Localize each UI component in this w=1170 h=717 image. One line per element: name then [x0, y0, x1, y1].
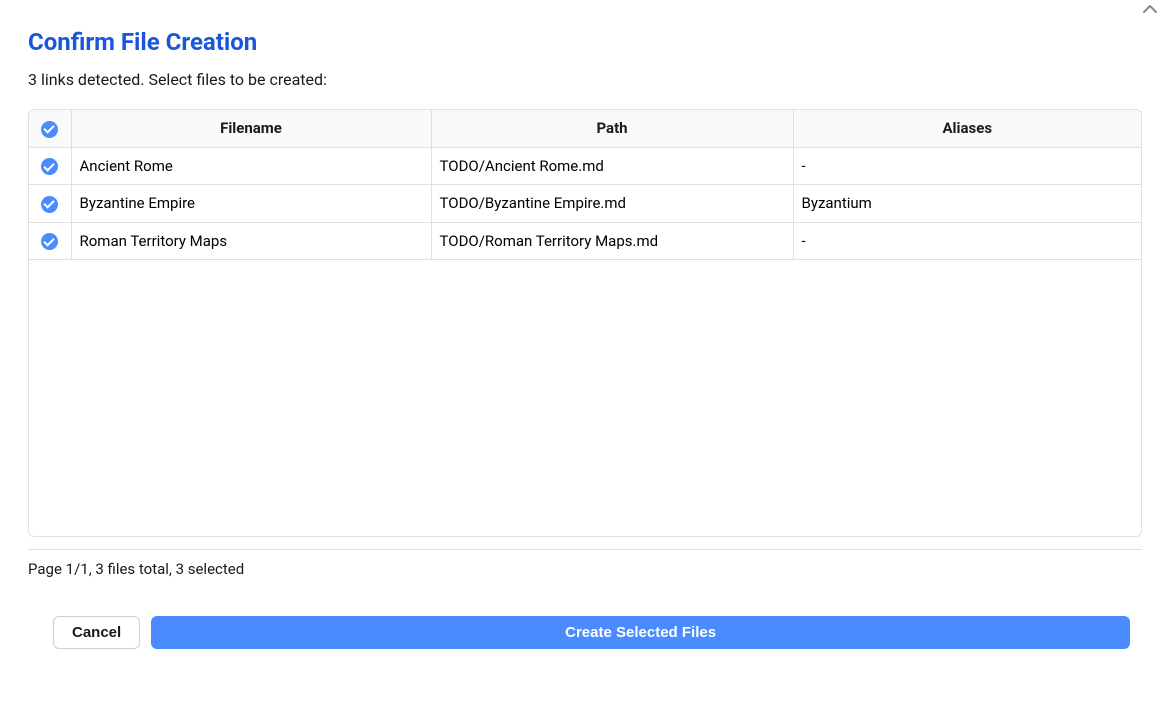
- cell-path: TODO/Ancient Rome.md: [431, 147, 793, 185]
- row-checkbox[interactable]: [29, 222, 71, 260]
- header-filename: Filename: [71, 110, 431, 147]
- row-checkbox[interactable]: [29, 147, 71, 185]
- status-text: Page 1/1, 3 files total, 3 selected: [28, 560, 1142, 578]
- cell-filename: Byzantine Empire: [71, 185, 431, 223]
- close-icon[interactable]: [1140, 2, 1160, 16]
- cell-aliases: Byzantium: [793, 185, 1141, 223]
- file-table: Filename Path Aliases Ancient Rome TODO/…: [29, 110, 1141, 260]
- header-path: Path: [431, 110, 793, 147]
- header-aliases: Aliases: [793, 110, 1141, 147]
- create-selected-files-button[interactable]: Create Selected Files: [151, 616, 1130, 649]
- cell-path: TODO/Byzantine Empire.md: [431, 185, 793, 223]
- cell-path: TODO/Roman Territory Maps.md: [431, 222, 793, 260]
- table-row: Byzantine Empire TODO/Byzantine Empire.m…: [29, 185, 1141, 223]
- table-row: Ancient Rome TODO/Ancient Rome.md -: [29, 147, 1141, 185]
- table-row: Roman Territory Maps TODO/Roman Territor…: [29, 222, 1141, 260]
- check-icon[interactable]: [41, 158, 58, 175]
- divider: [28, 549, 1142, 550]
- cancel-button[interactable]: Cancel: [53, 616, 140, 649]
- header-select-all[interactable]: [29, 110, 71, 147]
- file-table-wrapper: Filename Path Aliases Ancient Rome TODO/…: [28, 109, 1142, 537]
- cell-filename: Roman Territory Maps: [71, 222, 431, 260]
- cell-aliases: -: [793, 222, 1141, 260]
- button-row: Cancel Create Selected Files: [28, 616, 1142, 649]
- cell-aliases: -: [793, 147, 1141, 185]
- row-checkbox[interactable]: [29, 185, 71, 223]
- check-icon[interactable]: [41, 233, 58, 250]
- modal-subtitle: 3 links detected. Select files to be cre…: [28, 70, 1142, 89]
- modal-title: Confirm File Creation: [28, 28, 1142, 56]
- cell-filename: Ancient Rome: [71, 147, 431, 185]
- confirm-file-creation-modal: Confirm File Creation 3 links detected. …: [0, 0, 1170, 677]
- check-icon[interactable]: [41, 196, 58, 213]
- check-icon[interactable]: [41, 121, 58, 138]
